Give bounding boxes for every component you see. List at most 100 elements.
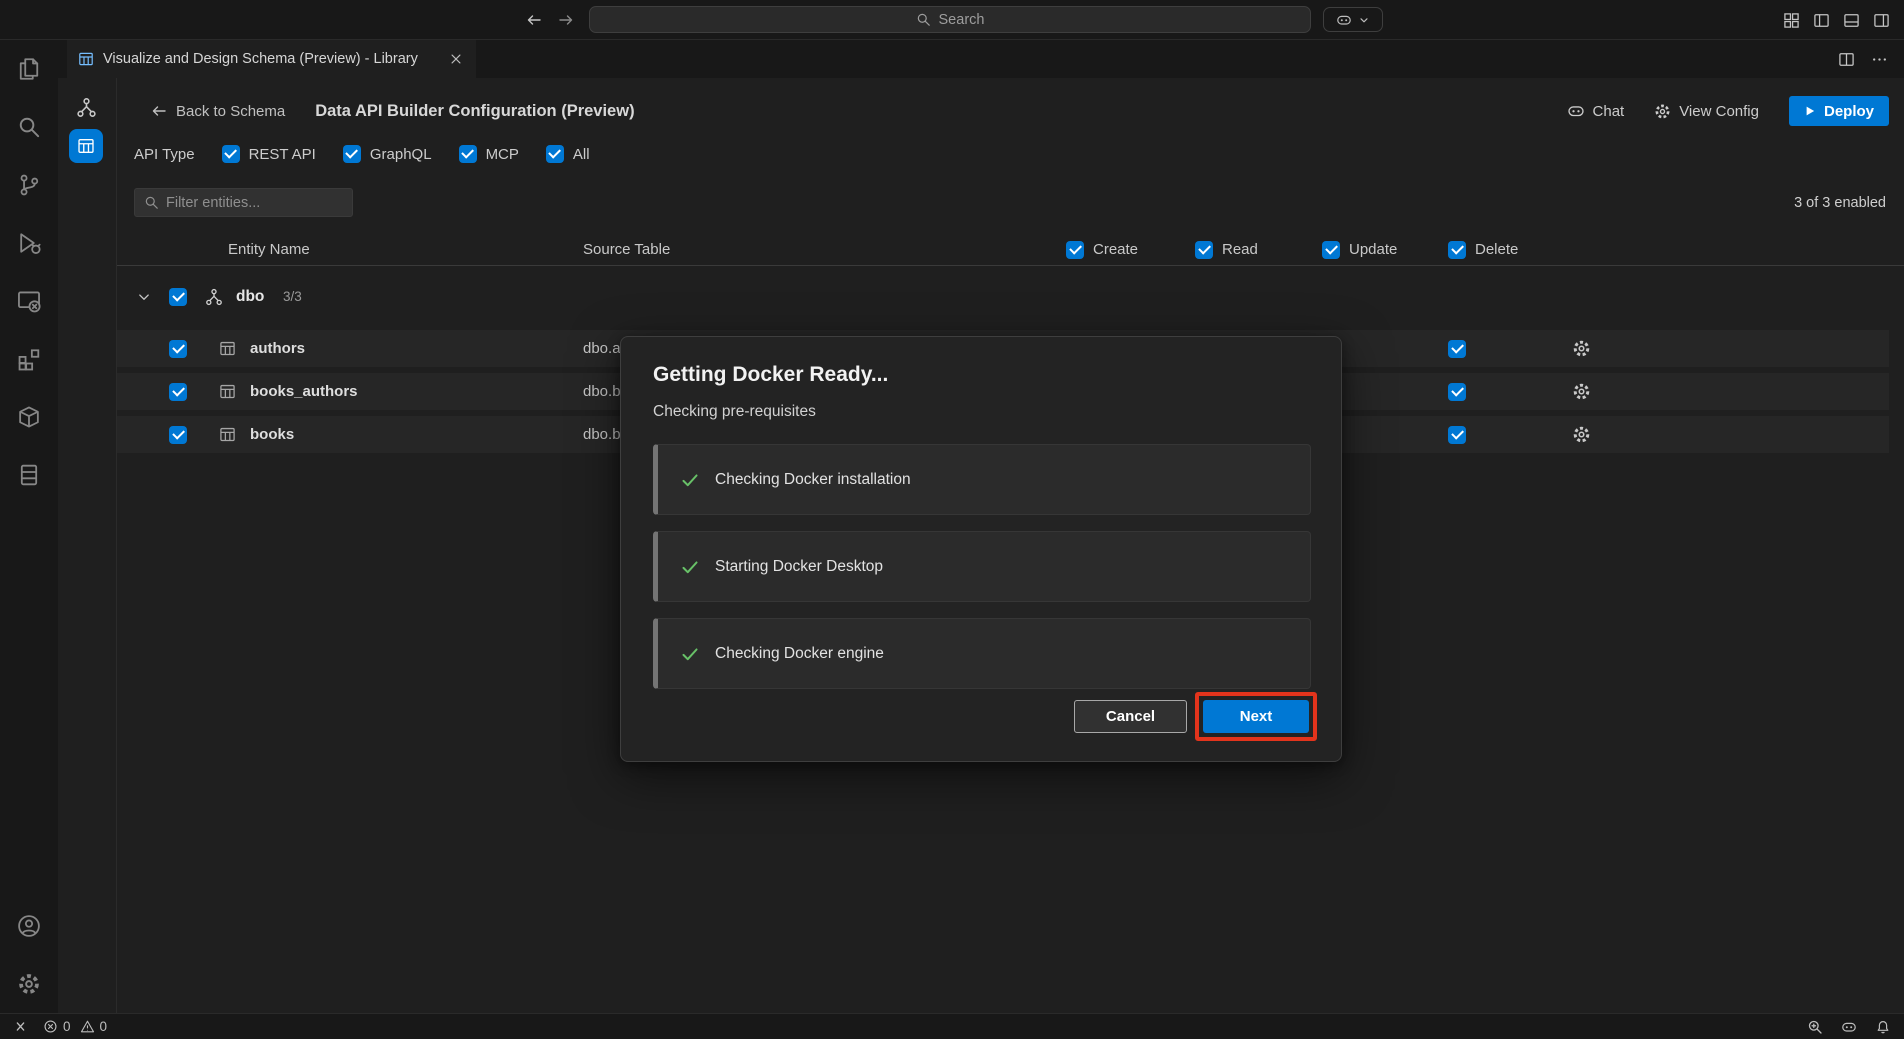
chat-button[interactable]: Chat: [1567, 102, 1625, 120]
delete-checkbox[interactable]: [1448, 426, 1466, 444]
error-count: 0: [63, 1019, 71, 1034]
schema-group-row[interactable]: dbo 3/3: [117, 279, 1904, 315]
delete-checkbox[interactable]: [1448, 340, 1466, 358]
docker-step: Checking Docker installation: [653, 444, 1311, 515]
create-all-checkbox[interactable]: [1066, 241, 1084, 259]
toggle-sidebar-icon[interactable]: [1813, 12, 1830, 29]
back-to-schema-link[interactable]: Back to Schema: [151, 103, 285, 120]
status-bar-right: [1807, 1019, 1891, 1035]
deploy-button[interactable]: Deploy: [1789, 96, 1889, 126]
delete-checkbox[interactable]: [1448, 383, 1466, 401]
graphql-checkbox[interactable]: [343, 145, 361, 163]
enabled-summary: 3 of 3 enabled: [1794, 195, 1886, 211]
status-bar: 0 0: [0, 1013, 1904, 1039]
accounts-icon[interactable]: [0, 897, 58, 955]
mcp-checkbox[interactable]: [459, 145, 477, 163]
col-source-table: Source Table: [583, 234, 670, 266]
next-button[interactable]: Next: [1203, 700, 1309, 733]
copilot-icon: [1567, 102, 1585, 120]
row-settings-gear-icon[interactable]: [1572, 339, 1591, 358]
rest-api-option[interactable]: REST API: [222, 145, 316, 163]
source-control-icon[interactable]: [0, 156, 58, 214]
schema-icon: [205, 288, 223, 306]
entity-name: books_authors: [250, 373, 358, 410]
update-all-checkbox[interactable]: [1322, 241, 1340, 259]
group-name: dbo: [236, 279, 264, 315]
search-label: Search: [939, 12, 985, 28]
nav-forward-icon[interactable]: [558, 12, 574, 28]
nav-back-icon[interactable]: [526, 12, 542, 28]
remote-explorer-icon[interactable]: [0, 272, 58, 330]
table-icon: [219, 340, 236, 357]
all-checkbox[interactable]: [546, 145, 564, 163]
read-all-checkbox[interactable]: [1195, 241, 1213, 259]
filter-entities-input[interactable]: [166, 195, 353, 211]
zoom-icon[interactable]: [1807, 1019, 1823, 1035]
database-projects-icon[interactable]: [0, 446, 58, 504]
dab-config-view-icon[interactable]: [69, 129, 103, 163]
graphql-option[interactable]: GraphQL: [343, 145, 432, 163]
copilot-icon: [1336, 12, 1352, 28]
rest-api-checkbox[interactable]: [222, 145, 240, 163]
toggle-secondary-sidebar-icon[interactable]: [1873, 12, 1890, 29]
row-settings-gear-icon[interactable]: [1572, 425, 1591, 444]
close-icon[interactable]: [446, 49, 466, 69]
search-view-icon[interactable]: [0, 98, 58, 156]
run-debug-icon[interactable]: [0, 214, 58, 272]
delete-all-checkbox[interactable]: [1448, 241, 1466, 259]
group-count: 3/3: [283, 279, 302, 315]
problems-warnings[interactable]: 0: [80, 1019, 108, 1034]
vscode-window: Search Visualize and Design Schema (Prev…: [0, 0, 1904, 1039]
row-checkbox[interactable]: [169, 426, 187, 444]
docker-step: Checking Docker engine: [653, 618, 1311, 689]
customize-layout-icon[interactable]: [1783, 12, 1800, 29]
view-config-button[interactable]: View Config: [1654, 103, 1759, 120]
step-label: Starting Docker Desktop: [715, 558, 883, 576]
filter-entities-field[interactable]: [134, 188, 353, 217]
api-type-filter-row: API Type REST API GraphQL MCP All: [134, 140, 590, 168]
copilot-chat-dropdown[interactable]: [1323, 7, 1383, 32]
table-icon: [219, 383, 236, 400]
explorer-icon[interactable]: [0, 40, 58, 98]
chevron-down-icon[interactable]: [137, 290, 151, 304]
remote-indicator-icon: [13, 1019, 28, 1034]
dialog-title: Getting Docker Ready...: [653, 363, 888, 387]
mcp-option[interactable]: MCP: [459, 145, 519, 163]
cancel-button[interactable]: Cancel: [1074, 700, 1187, 733]
extensions-icon[interactable]: [0, 330, 58, 388]
chat-label: Chat: [1593, 103, 1625, 120]
col-entity-name: Entity Name: [228, 234, 310, 266]
col-create: Create: [1093, 234, 1138, 266]
command-center-search[interactable]: Search: [589, 6, 1311, 33]
toggle-panel-icon[interactable]: [1843, 12, 1860, 29]
table-icon: [219, 426, 236, 443]
settings-gear-icon[interactable]: [0, 955, 58, 1013]
editor-tab-bar: Visualize and Design Schema (Preview) - …: [58, 40, 1904, 78]
api-type-label: API Type: [134, 146, 195, 163]
problems-errors[interactable]: 0: [43, 1019, 71, 1034]
row-settings-gear-icon[interactable]: [1572, 382, 1591, 401]
all-option[interactable]: All: [546, 145, 590, 163]
check-icon: [681, 558, 699, 576]
step-label: Checking Docker engine: [715, 645, 884, 663]
group-checkbox[interactable]: [169, 288, 187, 306]
more-actions-icon[interactable]: [1871, 51, 1888, 68]
graphql-label: GraphQL: [370, 146, 432, 163]
copilot-status-icon[interactable]: [1841, 1019, 1857, 1035]
docker-step: Starting Docker Desktop: [653, 531, 1311, 602]
deploy-label: Deploy: [1824, 103, 1874, 120]
layout-controls: [1783, 0, 1890, 40]
filter-row: 3 of 3 enabled: [134, 188, 1886, 217]
tab-visualize-schema[interactable]: Visualize and Design Schema (Preview) - …: [67, 40, 476, 78]
row-checkbox[interactable]: [169, 383, 187, 401]
title-bar: Search: [0, 0, 1904, 40]
row-checkbox[interactable]: [169, 340, 187, 358]
notifications-bell-icon[interactable]: [1875, 1019, 1891, 1035]
containers-icon[interactable]: [0, 388, 58, 446]
split-editor-icon[interactable]: [1838, 51, 1855, 68]
remote-indicator[interactable]: [13, 1019, 28, 1034]
page-title: Data API Builder Configuration (Preview): [315, 102, 634, 121]
search-icon: [916, 12, 931, 27]
play-icon: [1804, 105, 1816, 117]
schema-view-icon[interactable]: [76, 97, 97, 118]
